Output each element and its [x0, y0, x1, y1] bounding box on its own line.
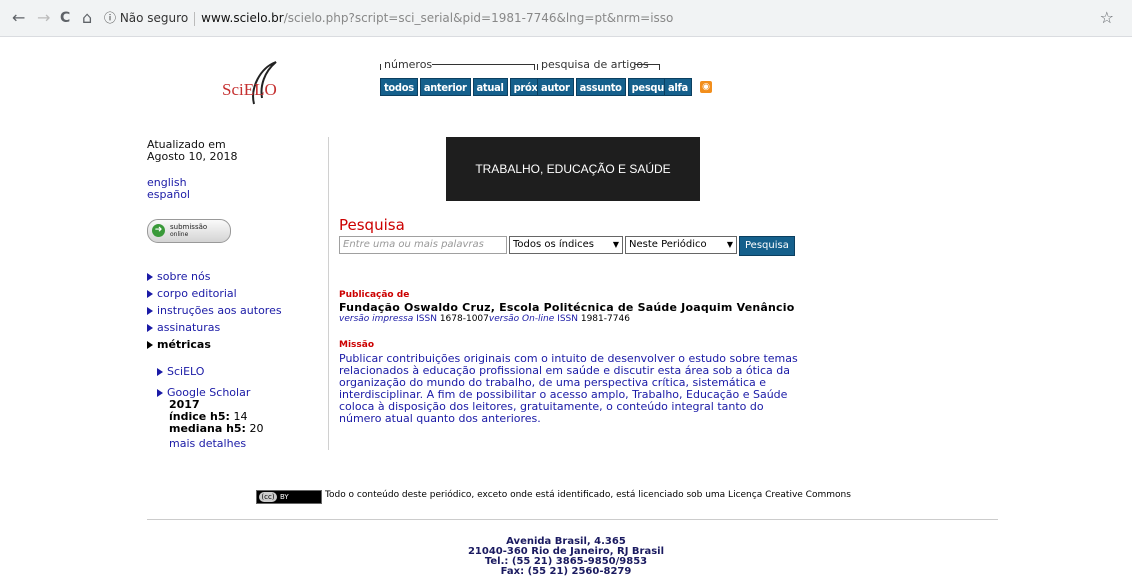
numeros-label: números — [384, 58, 433, 71]
triangle-right-icon — [147, 290, 153, 298]
group-bracket — [534, 64, 535, 70]
triangle-right-icon — [147, 341, 153, 349]
nav-atual-button[interactable]: atual — [472, 78, 508, 96]
mission-heading: Missão — [339, 340, 375, 350]
more-details-link[interactable]: mais detalhes — [169, 438, 263, 450]
search-input[interactable]: Entre uma ou mais palavras — [339, 236, 507, 254]
dropdown-arrow-icon: ▼ — [726, 240, 733, 249]
security-indicator[interactable]: ⓘ Não seguro — [104, 11, 188, 25]
triangle-right-icon — [147, 307, 153, 315]
online-label: versão On-line — [488, 314, 555, 324]
mission-text: Publicar contribuições originais com o i… — [339, 352, 798, 425]
issn-word: ISSN — [557, 314, 578, 324]
updated-date: Agosto 10, 2018 — [147, 150, 238, 163]
numeros-nav: todos anterior atual próximo — [380, 78, 562, 96]
triangle-right-icon — [157, 368, 163, 376]
dropdown-arrow-icon: ▼ — [612, 240, 619, 249]
lang-espanol-link[interactable]: español — [147, 189, 317, 201]
publication-heading: Publicação de — [339, 290, 410, 300]
nav-alfa-button[interactable]: alfa — [664, 78, 692, 96]
menu-item-label: corpo editorial — [157, 287, 237, 300]
group-bracket — [659, 64, 660, 70]
menu-item-label: sobre nós — [157, 270, 211, 283]
metrics-panel: SciELO Google Scholar 2017 índice h5: 14… — [157, 366, 263, 450]
url-path: /scielo.php?script=sci_serial&pid=1981-7… — [283, 11, 674, 25]
alfa-nav: alfa — [664, 78, 692, 96]
url-host: www.scielo.br — [201, 11, 284, 25]
issn-word: ISSN — [416, 314, 437, 324]
forward-icon[interactable]: → — [37, 9, 50, 27]
publisher-name: Fundação Oswaldo Cruz, Escola Politécnic… — [339, 301, 795, 314]
print-label: versão impressa — [339, 314, 414, 324]
scope-select-value: Neste Periódico — [629, 239, 707, 250]
pesquisa-nav: autor assunto pesquisa — [537, 78, 684, 96]
menu-item-label: assinaturas — [157, 321, 221, 334]
journal-banner: TRABALHO, EDUCAÇÃO E SAÚDE — [446, 137, 700, 201]
search-button[interactable]: Pesquisa — [739, 236, 795, 256]
search-title: Pesquisa — [339, 216, 405, 234]
menu-item-metricas[interactable]: métricas — [147, 336, 282, 353]
cc-icon: (cc) — [259, 492, 277, 502]
online-issn: 1981-7746 — [580, 314, 630, 324]
rss-icon[interactable]: ◉ — [700, 81, 712, 93]
pesquisa-artigos-label: pesquisa de artigos — [541, 58, 649, 71]
menu-item-instrucoes[interactable]: instruções aos autores — [147, 302, 282, 319]
by-label: BY — [280, 493, 289, 501]
group-line — [432, 64, 534, 65]
footer-line: Fax: (55 21) 2560-8279 — [500, 566, 632, 577]
footer-address: Avenida Brasil, 4.365 21040-360 Rio de J… — [0, 537, 1132, 577]
sidebar: Atualizado em Agosto 10, 2018 english es… — [147, 139, 317, 201]
scielo-logo[interactable]: SciELO — [222, 58, 292, 108]
scope-select[interactable]: Neste Periódico ▼ — [625, 236, 737, 254]
metrics-scielo-label: SciELO — [167, 365, 205, 378]
bookmark-star-icon[interactable]: ☆ — [1100, 8, 1114, 27]
search-form: Entre uma ou mais palavras Todos os índi… — [339, 236, 795, 256]
triangle-right-icon — [147, 273, 153, 281]
creative-commons-badge[interactable]: (cc) BY — [256, 490, 322, 504]
submission-label: submissão — [170, 223, 208, 231]
home-icon[interactable]: ⌂ — [82, 9, 92, 27]
browser-toolbar: ← → C ⌂ ⓘ Não seguro www.scielo.br/scielo… — [0, 0, 1132, 37]
menu-item-sobre-nos[interactable]: sobre nós — [147, 268, 282, 285]
submission-sublabel: online — [170, 231, 189, 238]
menu-item-label: métricas — [157, 338, 211, 351]
triangle-right-icon — [147, 324, 153, 332]
menu-item-label: instruções aos autores — [157, 304, 282, 317]
triangle-right-icon — [157, 389, 163, 397]
column-divider — [328, 137, 329, 450]
print-issn: 1678-1007 — [439, 314, 489, 324]
nav-autor-button[interactable]: autor — [537, 78, 574, 96]
metrics-scielo-link[interactable]: SciELO — [157, 366, 263, 378]
license-text: Todo o conteúdo deste periódico, exceto … — [325, 490, 851, 500]
group-line — [635, 64, 659, 65]
nav-anterior-button[interactable]: anterior — [419, 78, 471, 96]
issn-line: versão impressa ISSN 1678-1007versão On-… — [339, 314, 630, 324]
address-bar[interactable]: ⓘ Não seguro www.scielo.br/scielo.php?scr… — [104, 9, 673, 27]
index-select[interactable]: Todos os índices ▼ — [509, 236, 623, 254]
arrow-right-icon: ➜ — [152, 224, 165, 237]
logo-text: SciELO — [222, 80, 277, 99]
index-select-value: Todos os índices — [513, 239, 594, 250]
submission-online-button[interactable]: ➜ submissão online — [147, 219, 231, 243]
sidebar-menu: sobre nós corpo editorial instruções aos… — [147, 268, 282, 353]
back-icon[interactable]: ← — [12, 9, 25, 27]
reload-icon[interactable]: C — [60, 9, 70, 27]
menu-item-corpo-editorial[interactable]: corpo editorial — [147, 285, 282, 302]
median-value: 20 — [245, 422, 264, 435]
footer-divider — [147, 519, 998, 520]
nav-assunto-button[interactable]: assunto — [575, 78, 626, 96]
nav-todos-button[interactable]: todos — [380, 78, 418, 96]
median-label: mediana h5: — [169, 422, 246, 435]
group-bracket — [537, 64, 538, 70]
group-bracket — [380, 64, 381, 70]
menu-item-assinaturas[interactable]: assinaturas — [147, 319, 282, 336]
